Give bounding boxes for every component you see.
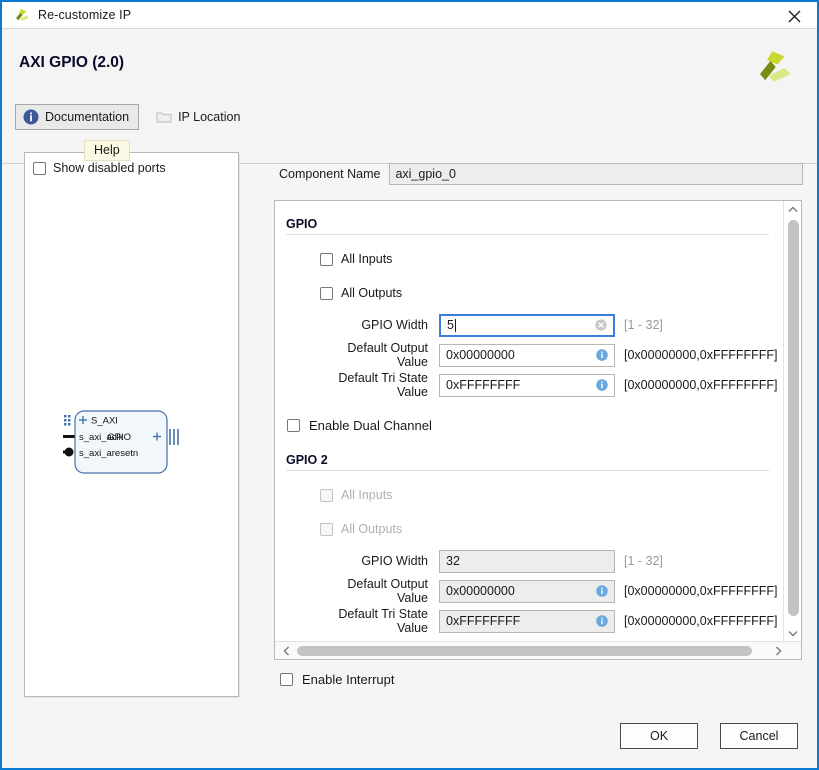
gpio1-default-output-value: 0x00000000	[440, 348, 515, 362]
gpio2-width-range: [1 - 32]	[624, 554, 663, 568]
gpio2-width-value: 32	[440, 554, 460, 568]
gpio2-default-tri-range: [0x00000000,0xFFFFFFFF]	[624, 614, 778, 628]
gpio1-all-outputs-checkbox[interactable]	[320, 287, 333, 300]
gpio1-width-range: [1 - 32]	[624, 318, 663, 332]
show-disabled-ports-checkbox[interactable]	[33, 162, 46, 175]
gpio1-default-tri-input[interactable]: 0xFFFFFFFF	[439, 374, 615, 397]
gpio1-default-tri-range: [0x00000000,0xFFFFFFFF]	[624, 378, 778, 392]
show-disabled-ports-row[interactable]: Show disabled ports	[33, 161, 166, 175]
ip-symbol-panel: Show disabled ports	[24, 152, 239, 697]
gpio2-default-tri-row: Default Tri State Value 0xFFFFFFFF [0x00…	[275, 606, 783, 636]
tab-ip-location[interactable]: IP Location	[148, 104, 250, 130]
gpio1-width-input[interactable]: 5	[439, 314, 615, 337]
tab-documentation[interactable]: Documentation	[15, 104, 139, 130]
scroll-up-icon[interactable]	[784, 201, 802, 217]
horizontal-scrollbar-thumb[interactable]	[297, 646, 752, 656]
enable-interrupt-row[interactable]: Enable Interrupt	[280, 672, 395, 687]
gpio1-default-output-range: [0x00000000,0xFFFFFFFF]	[624, 348, 778, 362]
component-name-value: axi_gpio_0	[395, 167, 455, 181]
dialog-footer: OK Cancel	[620, 723, 798, 749]
close-icon[interactable]	[771, 2, 817, 30]
info-icon[interactable]	[595, 614, 609, 628]
info-icon	[23, 109, 39, 125]
gpio1-default-output-row: Default Output Value 0x00000000 [0x00000…	[275, 340, 783, 370]
enable-interrupt-label: Enable Interrupt	[302, 672, 395, 687]
gpio1-width-label: GPIO Width	[313, 318, 439, 332]
scroll-right-icon[interactable]	[769, 642, 787, 659]
tab-ip-location-label: IP Location	[178, 110, 240, 124]
horizontal-scrollbar[interactable]	[275, 641, 801, 659]
info-icon[interactable]	[595, 348, 609, 362]
gpio1-all-outputs-label: All Outputs	[341, 286, 402, 300]
scroll-left-icon[interactable]	[277, 642, 295, 659]
svg-text:s_axi_aresetn: s_axi_aresetn	[79, 448, 138, 459]
gpio2-default-output-row: Default Output Value 0x00000000 [0x00000…	[275, 576, 783, 606]
gpio2-default-tri-label: Default Tri State Value	[313, 607, 439, 635]
enable-dual-channel-row[interactable]: Enable Dual Channel	[275, 408, 783, 442]
gpio1-default-tri-label: Default Tri State Value	[313, 371, 439, 399]
svg-text:S_AXI: S_AXI	[91, 416, 118, 427]
gpio1-width-value: 5	[441, 318, 454, 332]
xilinx-logo-icon	[753, 46, 795, 88]
clear-icon[interactable]	[594, 318, 608, 332]
gpio2-section-title: GPIO 2	[286, 453, 783, 467]
info-icon[interactable]	[595, 378, 609, 392]
folder-icon	[156, 109, 172, 125]
gpio1-all-inputs-row[interactable]: All Inputs	[275, 242, 783, 276]
ip-block-diagram: S_AXI s_axi_aclk s_axi_aresetn GPIO	[63, 409, 203, 475]
tab-documentation-label: Documentation	[45, 110, 129, 124]
gpio2-all-inputs-label: All Inputs	[341, 488, 392, 502]
gpio2-all-outputs-row: All Outputs	[275, 512, 783, 546]
scroll-down-icon[interactable]	[784, 625, 802, 641]
ip-config-content: GPIO All Inputs All Outputs GPIO Width 5	[275, 201, 783, 641]
component-name-label: Component Name	[279, 167, 380, 181]
info-icon[interactable]	[595, 584, 609, 598]
component-name-input[interactable]: axi_gpio_0	[389, 163, 803, 185]
component-name-row: Component Name axi_gpio_0	[279, 163, 803, 185]
page-title: AXI GPIO (2.0)	[19, 54, 124, 72]
vertical-scrollbar[interactable]	[783, 201, 801, 641]
gpio1-default-tri-value: 0xFFFFFFFF	[440, 378, 520, 392]
gpio2-all-outputs-checkbox	[320, 523, 333, 536]
tab-bar: Documentation IP Location	[15, 104, 250, 130]
gpio2-all-inputs-checkbox	[320, 489, 333, 502]
gpio1-default-output-input[interactable]: 0x00000000	[439, 344, 615, 367]
ok-button[interactable]: OK	[620, 723, 698, 749]
gpio2-default-output-label: Default Output Value	[313, 577, 439, 605]
gpio1-all-inputs-checkbox[interactable]	[320, 253, 333, 266]
text-caret	[455, 319, 456, 332]
cancel-button[interactable]: Cancel	[720, 723, 798, 749]
gpio2-all-inputs-row: All Inputs	[275, 478, 783, 512]
enable-dual-channel-checkbox[interactable]	[287, 419, 300, 432]
gpio2-default-tri-value: 0xFFFFFFFF	[440, 614, 520, 628]
enable-interrupt-checkbox[interactable]	[280, 673, 293, 686]
gpio2-width-input: 32	[439, 550, 615, 573]
gpio2-default-tri-input: 0xFFFFFFFF	[439, 610, 615, 633]
dialog-header: AXI GPIO (2.0) Documentation IP Location	[2, 29, 817, 135]
xilinx-logo-icon	[13, 6, 31, 24]
gpio2-all-outputs-label: All Outputs	[341, 522, 402, 536]
gpio2-default-output-range: [0x00000000,0xFFFFFFFF]	[624, 584, 778, 598]
gpio2-width-row: GPIO Width 32 [1 - 32]	[275, 546, 783, 576]
gpio1-section-title: GPIO	[286, 217, 783, 231]
gpio1-all-inputs-label: All Inputs	[341, 252, 392, 266]
vertical-scrollbar-thumb[interactable]	[788, 220, 799, 616]
help-tooltip: Help	[84, 140, 130, 161]
ip-config-scroll-panel: GPIO All Inputs All Outputs GPIO Width 5	[274, 200, 802, 660]
gpio1-all-outputs-row[interactable]: All Outputs	[275, 276, 783, 310]
gpio2-default-output-value: 0x00000000	[440, 584, 515, 598]
gpio2-default-output-input: 0x00000000	[439, 580, 615, 603]
gpio1-default-output-label: Default Output Value	[313, 341, 439, 369]
enable-dual-channel-label: Enable Dual Channel	[309, 418, 432, 433]
gpio1-width-row: GPIO Width 5 [1 - 32]	[275, 310, 783, 340]
re-customize-ip-dialog: Re-customize IP AXI GPIO (2.0) Documenta	[0, 0, 819, 770]
window-title: Re-customize IP	[38, 8, 131, 22]
svg-text:GPIO: GPIO	[107, 432, 131, 443]
title-bar: Re-customize IP	[2, 0, 817, 29]
show-disabled-ports-label: Show disabled ports	[53, 161, 166, 175]
gpio2-width-label: GPIO Width	[313, 554, 439, 568]
gpio1-default-tri-row: Default Tri State Value 0xFFFFFFFF [0x00…	[275, 370, 783, 400]
